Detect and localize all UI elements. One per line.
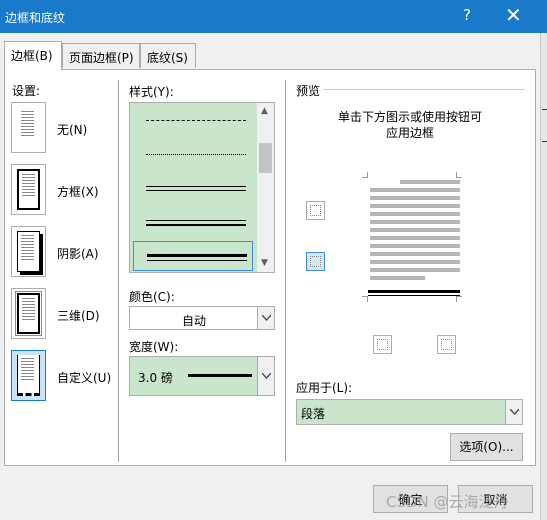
setting-none-label[interactable]: 无(N)	[57, 121, 87, 138]
style-option-double[interactable]	[133, 174, 253, 204]
style-option-dash-dot[interactable]	[133, 106, 253, 136]
tab-shading[interactable]: 底纹(S)	[140, 43, 196, 68]
border-right-button[interactable]	[437, 335, 456, 354]
preview-rule	[324, 89, 524, 90]
preview-instruction-line2: 应用边框	[385, 126, 434, 140]
options-button[interactable]: 选项(O)...	[450, 433, 523, 461]
style-label: 样式(Y):	[129, 85, 174, 99]
style-option-thick-thin[interactable]	[133, 241, 253, 271]
no-border-icon	[17, 107, 40, 148]
setting-3d-label[interactable]: 三维(D)	[57, 307, 100, 324]
color-value: 自动	[182, 314, 207, 328]
setting-custom-button[interactable]	[11, 350, 46, 401]
apply-to-label: 应用于(L):	[296, 381, 353, 395]
width-label: 宽度(W):	[129, 340, 179, 354]
chevron-down-icon[interactable]	[505, 400, 522, 424]
setting-shadow-button[interactable]	[11, 226, 46, 277]
setting-none-button[interactable]	[11, 102, 46, 153]
tab-page-borders[interactable]: 页面边框(P)	[62, 43, 140, 68]
scroll-down-arrow-icon[interactable]: ▼	[261, 258, 268, 268]
color-label: 颜色(C):	[129, 290, 175, 304]
watermark: CSDN @云海泛舟	[386, 493, 509, 511]
setting-custom-label[interactable]: 自定义(U)	[57, 369, 111, 386]
chevron-down-icon[interactable]	[257, 307, 274, 329]
width-dropdown[interactable]: 3.0 磅	[129, 356, 275, 396]
title-bar: 边框和底纹 ? ✕	[0, 0, 547, 33]
custom-border-icon	[17, 355, 40, 396]
3d-border-icon	[15, 291, 42, 336]
tab-borders[interactable]: 边框(B)	[4, 41, 62, 70]
apply-to-dropdown[interactable]: 段落	[296, 399, 523, 425]
preview-instruction-line1: 单击下方图示或使用按钮可	[337, 110, 482, 124]
setting-shadow-label[interactable]: 阴影(A)	[57, 245, 99, 262]
shadow-border-icon	[17, 231, 40, 272]
setting-3d-button[interactable]	[11, 288, 46, 339]
preview-label: 预览	[296, 84, 321, 98]
style-option-thin-thick[interactable]	[133, 208, 253, 238]
scroll-up-arrow-icon[interactable]: ▲	[261, 106, 268, 116]
settings-label: 设置:	[12, 84, 41, 98]
preview-page[interactable]	[362, 172, 462, 302]
color-dropdown[interactable]: 自动	[129, 306, 275, 330]
setting-box-label[interactable]: 方框(X)	[57, 183, 99, 200]
width-value: 3.0 磅	[138, 371, 173, 385]
help-button[interactable]: ?	[463, 6, 471, 24]
window-title: 边框和底纹	[5, 11, 66, 25]
border-middle-button[interactable]	[306, 252, 325, 271]
apply-to-value: 段落	[301, 407, 326, 421]
border-top-button[interactable]	[306, 201, 325, 220]
box-border-icon	[17, 169, 40, 210]
width-line-sample	[188, 374, 252, 377]
close-button[interactable]: ✕	[505, 3, 522, 27]
scroll-thumb[interactable]	[259, 143, 272, 173]
separator-right	[285, 80, 286, 462]
setting-box-button[interactable]	[11, 164, 46, 215]
chevron-down-icon[interactable]	[257, 357, 274, 395]
style-option-dash-dot-dot[interactable]	[133, 140, 253, 170]
separator-left	[118, 80, 119, 462]
background-window-edge	[540, 33, 547, 520]
style-listbox[interactable]: ▲ ▼	[129, 102, 275, 273]
style-scrollbar[interactable]: ▲ ▼	[257, 103, 274, 272]
border-left-button[interactable]	[373, 335, 392, 354]
